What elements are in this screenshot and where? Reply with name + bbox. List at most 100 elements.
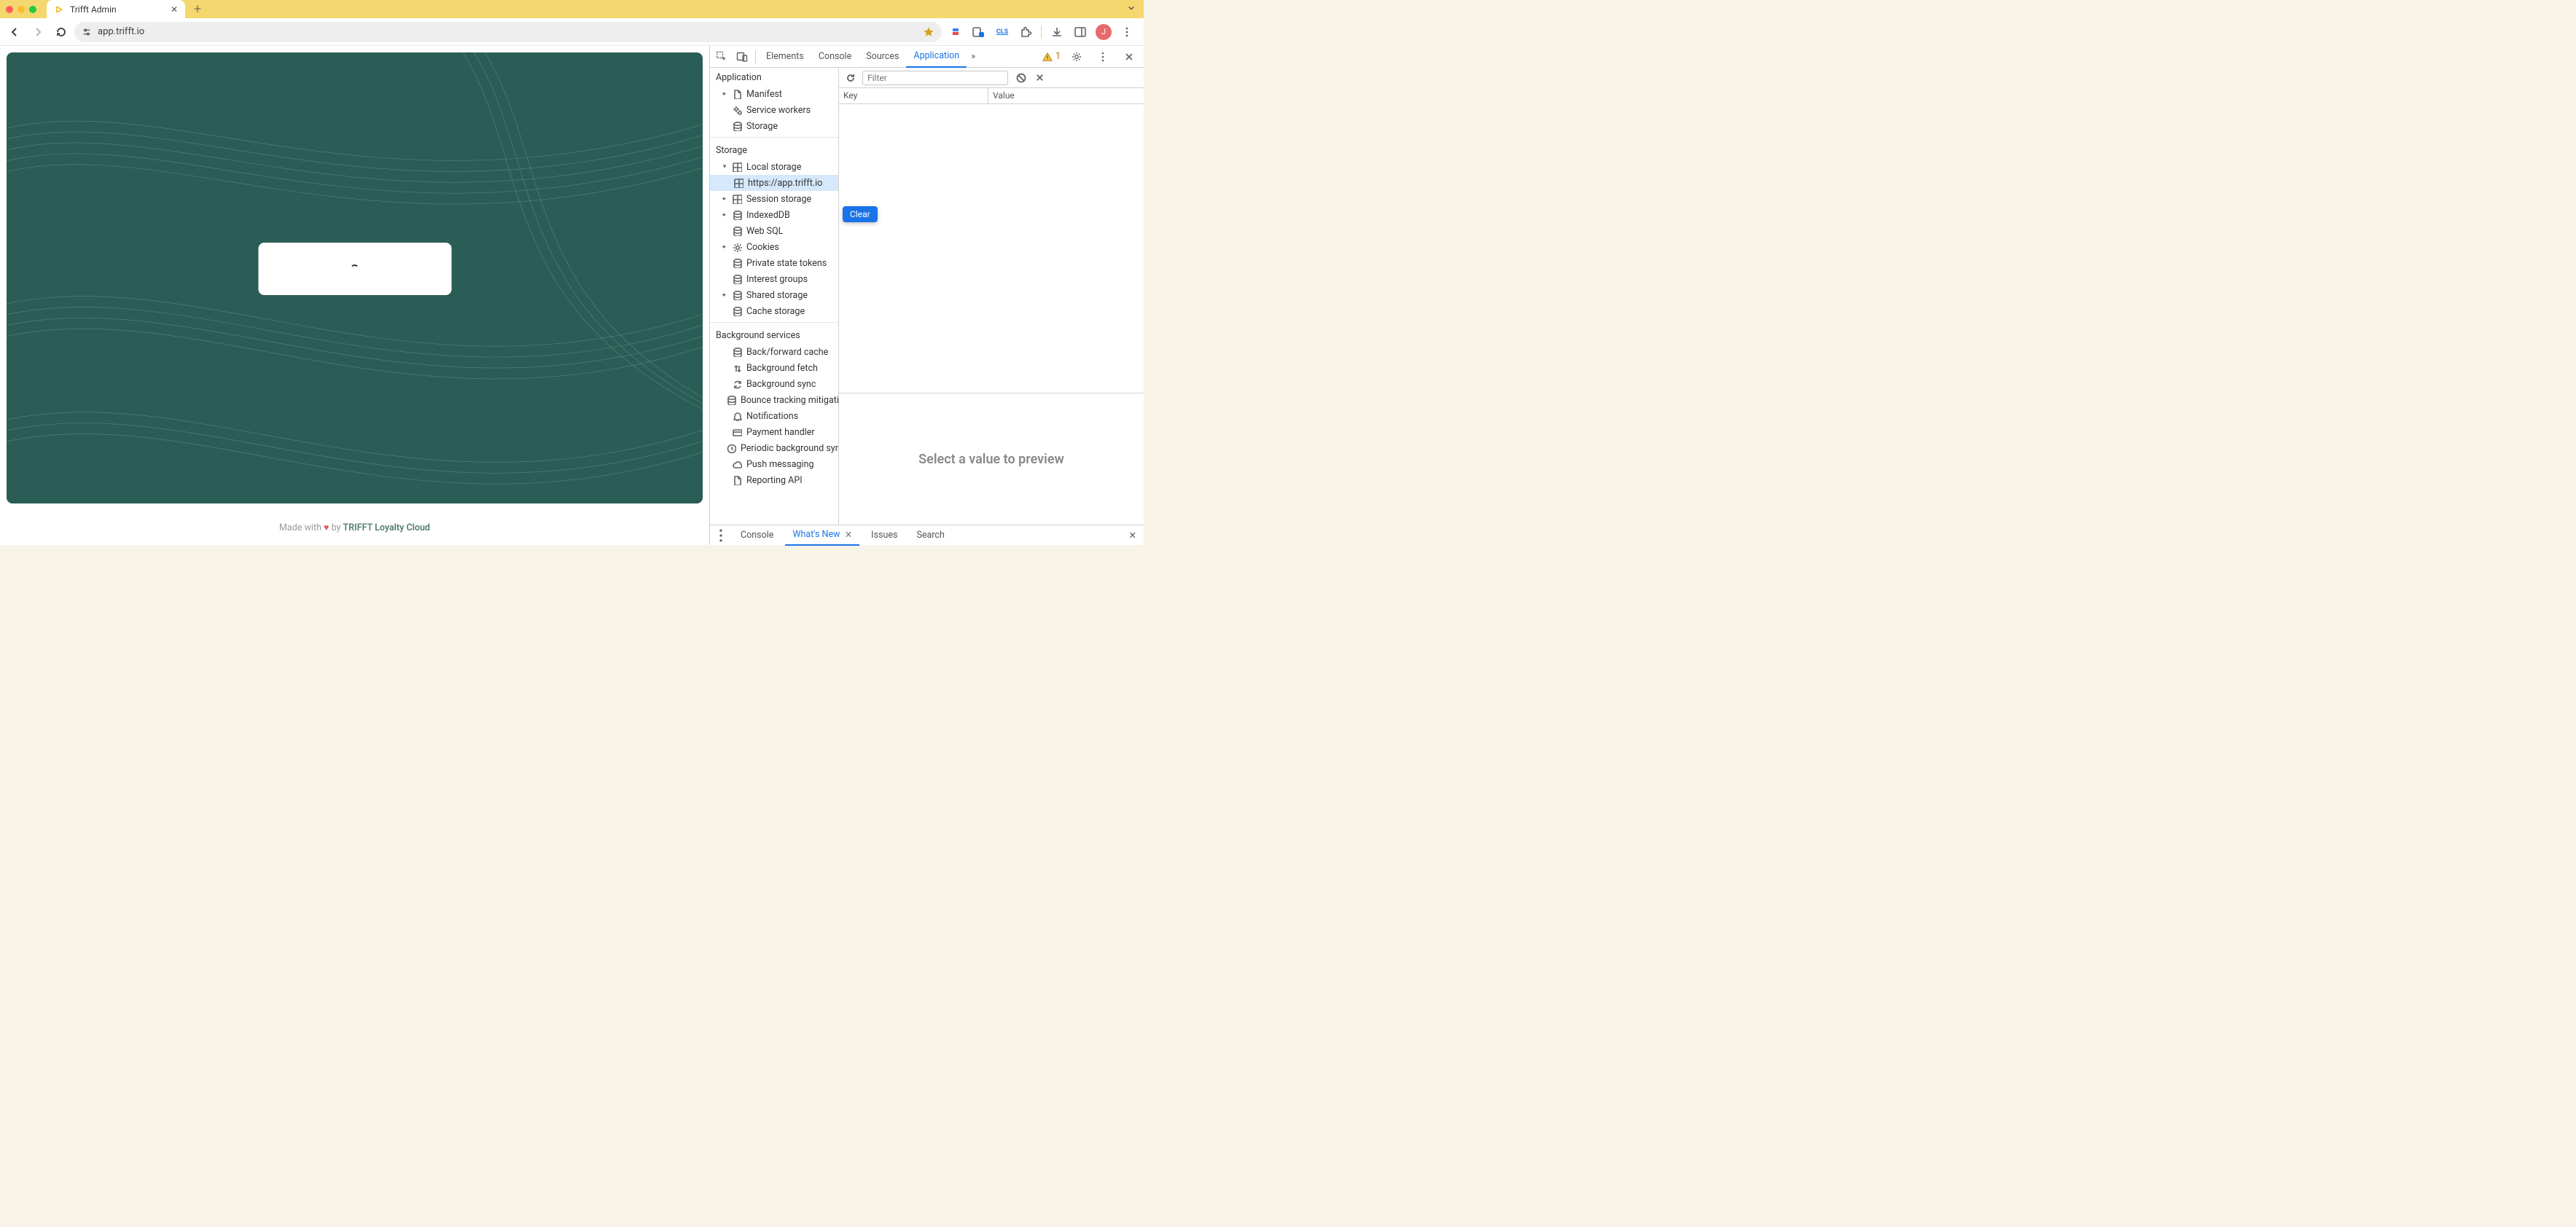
tree-item-notifications[interactable]: Notifications [710, 408, 838, 424]
tree-item-payment-handler[interactable]: Payment handler [710, 424, 838, 440]
downloads-icon[interactable] [1049, 24, 1065, 40]
drawer-tab-close-icon[interactable]: ✕ [845, 529, 852, 541]
cloud-icon [732, 459, 742, 469]
devtools-tabs-overflow-icon[interactable]: » [967, 51, 980, 62]
tab-overflow-icon[interactable] [1126, 2, 1136, 16]
toolbar-right: CLS J [948, 24, 1139, 40]
updown-icon [732, 363, 742, 373]
sync-icon [732, 379, 742, 389]
sidepanel-icon[interactable] [1072, 24, 1088, 40]
chrome-menu-icon[interactable] [1119, 24, 1135, 40]
tree-item-storage[interactable]: Storage [710, 118, 838, 134]
site-settings-icon[interactable] [82, 27, 92, 37]
bookmark-star-icon[interactable] [923, 26, 934, 38]
new-tab-button[interactable]: + [194, 3, 201, 16]
tree-item-interest-groups[interactable]: Interest groups [710, 271, 838, 287]
tree-item-cookies[interactable]: ▸Cookies [710, 239, 838, 255]
tree-item-background-fetch[interactable]: Background fetch [710, 360, 838, 376]
tree-item-bf-cache[interactable]: Back/forward cache [710, 344, 838, 360]
tree-item-local-storage-origin[interactable]: https://app.trifft.io [710, 175, 838, 191]
tree-item-local-storage[interactable]: ▾Local storage [710, 159, 838, 175]
kv-delete-icon[interactable] [1033, 71, 1046, 85]
kv-clear-icon[interactable] [1014, 71, 1027, 85]
tree-item-background-sync[interactable]: Background sync [710, 376, 838, 392]
tree-item-bounce-tracking[interactable]: Bounce tracking mitigations [710, 392, 838, 408]
drawer-tab-issues[interactable]: Issues [864, 525, 905, 546]
window-minimize[interactable] [17, 6, 25, 13]
kv-refresh-icon[interactable] [843, 71, 856, 85]
devtools-tabbar: Elements Console Sources Application » 1 [710, 46, 1144, 68]
tree-section-application: Application [710, 68, 838, 86]
browser-toolbar: app.trifft.io CLS J [0, 18, 1144, 46]
nav-reload-button[interactable] [51, 22, 71, 42]
page-background [7, 52, 703, 503]
issues-count: 1 [1055, 51, 1061, 62]
devtools-menu-icon[interactable] [1093, 47, 1113, 67]
tree-item-websql[interactable]: Web SQL [710, 223, 838, 239]
devtools-tab-console[interactable]: Console [811, 46, 859, 68]
drawer-menu-icon[interactable] [713, 528, 729, 544]
db-icon [732, 306, 742, 316]
db-icon [732, 274, 742, 284]
address-bar[interactable]: app.trifft.io [74, 22, 942, 42]
footer-brand[interactable]: TRIFFT Loyalty Cloud [343, 522, 430, 533]
tree-item-periodic-bg-sync[interactable]: Periodic background sync [710, 440, 838, 456]
extension-badge-2[interactable] [971, 24, 987, 40]
tree-section-background-services: Background services [710, 326, 838, 344]
devtools-issues-badge[interactable]: 1 [1042, 51, 1061, 62]
card-icon [732, 427, 742, 437]
db-icon [732, 226, 742, 236]
tree-item-private-state-tokens[interactable]: Private state tokens [710, 255, 838, 271]
browser-tab[interactable]: Trifft Admin ✕ [47, 0, 185, 18]
window-close[interactable] [6, 6, 13, 13]
page-viewport: Made with ♥ by TRIFFT Loyalty Cloud [0, 46, 709, 545]
kv-rows[interactable] [839, 104, 1144, 393]
kv-preview: Select a value to preview [839, 393, 1144, 525]
tree-item-cache-storage[interactable]: Cache storage [710, 303, 838, 319]
gear-icon [732, 242, 742, 252]
loading-spinner-icon [351, 264, 359, 273]
drawer-tab-search[interactable]: Search [909, 525, 951, 546]
profile-avatar[interactable]: J [1096, 24, 1112, 40]
clear-tooltip[interactable]: Clear [843, 206, 878, 222]
devtools-close-icon[interactable] [1119, 47, 1139, 67]
tab-title: Trifft Admin [70, 4, 117, 15]
storage-kv-pane: Key Value Select a value to preview [839, 68, 1144, 525]
devtools-tab-sources[interactable]: Sources [859, 46, 906, 68]
extension-badge-1[interactable] [948, 24, 964, 40]
tree-item-push-messaging[interactable]: Push messaging [710, 456, 838, 472]
tree-item-indexeddb[interactable]: ▸IndexedDB [710, 207, 838, 223]
window-zoom[interactable] [29, 6, 36, 13]
devtools-tab-application[interactable]: Application [906, 46, 967, 68]
grid-icon [732, 194, 742, 204]
tree-item-reporting-api[interactable]: Reporting API [710, 472, 838, 488]
drawer-tab-whats-new[interactable]: What's New ✕ [785, 525, 859, 546]
file-icon [732, 89, 742, 99]
browser-tabstrip: Trifft Admin ✕ + [0, 0, 1144, 18]
devtools-drawer: Console What's New ✕ Issues Search ✕ [710, 525, 1144, 545]
nav-back-button[interactable] [4, 22, 25, 42]
device-toggle-icon[interactable] [732, 47, 752, 67]
nav-forward-button[interactable] [28, 22, 48, 42]
devtools-settings-icon[interactable] [1066, 47, 1087, 67]
tab-close-icon[interactable]: ✕ [171, 4, 178, 15]
extensions-icon[interactable] [1018, 24, 1034, 40]
drawer-tab-console[interactable]: Console [733, 525, 781, 546]
tree-item-service-workers[interactable]: Service workers [710, 102, 838, 118]
tree-item-manifest[interactable]: ▸Manifest [710, 86, 838, 102]
kv-value-header[interactable]: Value [988, 88, 1144, 103]
tree-item-shared-storage[interactable]: ▸Shared storage [710, 287, 838, 303]
db-icon [732, 290, 742, 300]
footer-by: by [332, 522, 341, 533]
window-controls [6, 6, 36, 13]
db-icon [732, 210, 742, 220]
kv-preview-text: Select a value to preview [918, 452, 1064, 467]
kv-filter-input[interactable] [862, 71, 1008, 85]
extension-cls-icon[interactable]: CLS [994, 24, 1010, 40]
kv-key-header[interactable]: Key [839, 88, 988, 103]
tree-item-session-storage[interactable]: ▸Session storage [710, 191, 838, 207]
devtools-tab-elements[interactable]: Elements [759, 46, 811, 68]
inspect-element-icon[interactable] [711, 47, 732, 67]
drawer-close-icon[interactable]: ✕ [1129, 530, 1141, 541]
db-icon [732, 121, 742, 131]
